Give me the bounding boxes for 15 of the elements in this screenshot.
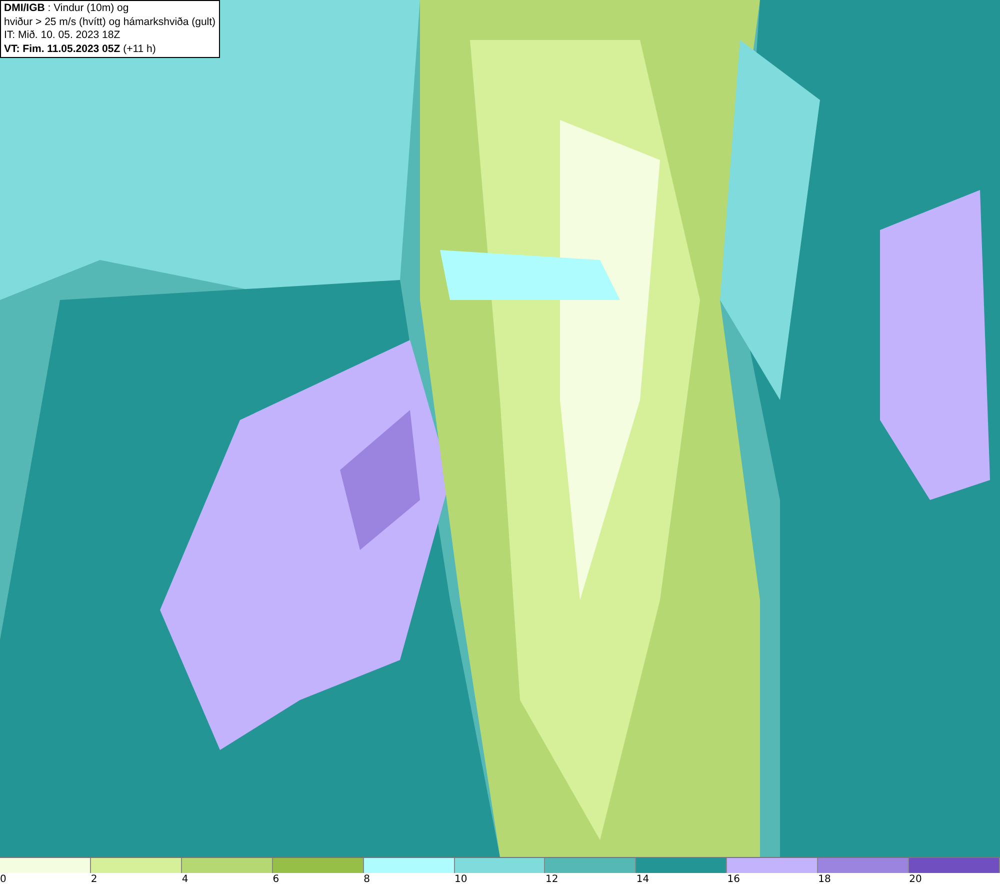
- legend-tick-label: 18: [818, 873, 831, 886]
- title-line: IT: Mið. 10. 05. 2023 18Z: [4, 29, 122, 42]
- legend-tick-label: 12: [545, 873, 558, 886]
- legend-tick-label: 0: [0, 873, 6, 886]
- legend-tick-label: 4: [182, 873, 188, 886]
- title-line: hviður > 25 m/s (hvítt) og hámarkshviða (gult): [4, 16, 216, 29]
- title-line: DMI/IGB : Vindur (10m) og: [4, 2, 130, 16]
- legend-tick-label: 2: [90, 873, 98, 886]
- legend-tick-label: 14: [636, 873, 650, 886]
- legend-tick-label: 8: [364, 873, 370, 886]
- title-line: VT: Fim. 11.05.2023 05Z (+11 h): [4, 42, 157, 56]
- legend-tick-label: 10: [454, 873, 468, 886]
- legend-tick-label: 6: [272, 873, 280, 886]
- legend-tick-label: 16: [727, 873, 740, 886]
- legend-tick-label: 20: [909, 873, 922, 886]
